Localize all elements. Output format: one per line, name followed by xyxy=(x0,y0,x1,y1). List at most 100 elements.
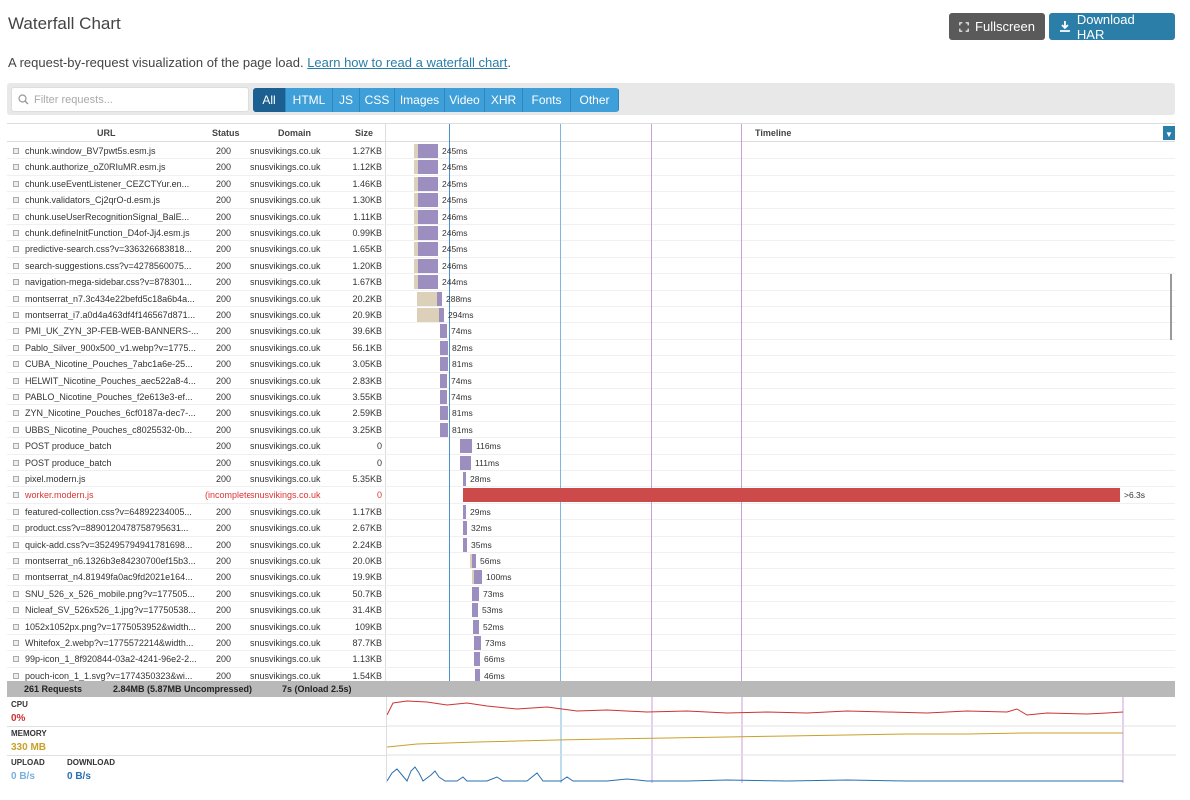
cell-status: 200 xyxy=(216,195,232,206)
timeline-bar[interactable] xyxy=(474,636,481,650)
expand-icon[interactable] xyxy=(13,590,19,597)
expand-icon[interactable] xyxy=(13,410,19,417)
expand-icon[interactable] xyxy=(13,558,19,564)
expand-icon[interactable] xyxy=(13,394,19,400)
expand-icon[interactable] xyxy=(13,312,19,318)
column-status[interactable]: Status xyxy=(212,128,240,138)
timeline-wait-bar[interactable] xyxy=(417,291,437,306)
download-har-button[interactable]: Download HAR xyxy=(1049,12,1175,42)
expand-icon[interactable] xyxy=(13,279,19,286)
expand-icon[interactable] xyxy=(13,361,19,368)
expand-icon[interactable] xyxy=(13,525,19,532)
expand-icon[interactable] xyxy=(13,574,19,581)
timeline-bar[interactable] xyxy=(418,160,438,175)
timeline-bar[interactable] xyxy=(418,226,438,240)
expand-icon[interactable] xyxy=(13,180,19,187)
column-timeline[interactable]: Timeline xyxy=(755,128,791,138)
expand-icon[interactable] xyxy=(13,672,19,679)
tab-css[interactable]: CSS xyxy=(360,88,395,112)
timeline-bar[interactable] xyxy=(440,390,447,404)
expand-icon[interactable] xyxy=(13,230,19,236)
timeline-bar[interactable] xyxy=(440,324,447,339)
timeline-bar[interactable] xyxy=(463,472,466,486)
expand-icon[interactable] xyxy=(13,656,19,663)
memory-label: MEMORY xyxy=(11,729,47,738)
filter-search-box[interactable] xyxy=(11,87,249,112)
metrics-panel: CPU 0% MEMORY 330 MB UPLOAD 0 B/s DOWNLO… xyxy=(7,697,1176,787)
timeline-bar[interactable] xyxy=(418,144,438,158)
cell-size: 3.05KB xyxy=(352,359,382,370)
tab-xhr[interactable]: XHR xyxy=(485,88,523,112)
expand-icon[interactable] xyxy=(13,623,19,630)
expand-icon[interactable] xyxy=(13,328,19,335)
expand-icon[interactable] xyxy=(13,377,19,384)
column-size[interactable]: Size xyxy=(355,128,373,138)
expand-icon[interactable] xyxy=(13,459,19,466)
expand-icon[interactable] xyxy=(13,262,19,269)
timeline-bar[interactable] xyxy=(418,176,438,191)
timeline-bar[interactable] xyxy=(418,242,438,257)
tab-video[interactable]: Video xyxy=(445,88,485,112)
timeline-bar[interactable] xyxy=(473,619,479,634)
tab-fonts[interactable]: Fonts xyxy=(523,88,571,112)
expand-icon[interactable] xyxy=(13,148,19,154)
expand-icon[interactable] xyxy=(13,213,19,220)
column-url[interactable]: URL xyxy=(97,128,116,138)
expand-icon[interactable] xyxy=(13,640,19,646)
expand-icon[interactable] xyxy=(13,443,19,450)
timeline-bar[interactable] xyxy=(460,455,471,470)
cell-size: 50.7KB xyxy=(352,588,382,599)
timeline-bar[interactable] xyxy=(418,275,438,290)
filter-requests-input[interactable] xyxy=(34,93,234,106)
expand-icon[interactable] xyxy=(13,508,19,515)
timeline-duration-label: 245ms xyxy=(442,162,468,173)
expand-icon[interactable] xyxy=(13,344,19,351)
timeline-bar[interactable] xyxy=(418,193,438,208)
expand-icon[interactable] xyxy=(13,295,19,302)
timeline-bar[interactable] xyxy=(472,554,476,568)
timeline-bar[interactable] xyxy=(463,521,467,536)
timeline-bar[interactable] xyxy=(440,340,448,355)
expand-icon[interactable] xyxy=(13,246,19,253)
learn-waterfall-link[interactable]: Learn how to read a waterfall chart xyxy=(307,55,507,70)
expand-icon[interactable] xyxy=(13,164,19,171)
expand-icon[interactable] xyxy=(13,476,19,482)
expand-icon[interactable] xyxy=(13,426,19,433)
timeline-bar[interactable] xyxy=(440,357,448,372)
tab-js[interactable]: JS xyxy=(333,88,360,112)
tab-other[interactable]: Other xyxy=(571,88,619,112)
timeline-bar[interactable] xyxy=(463,504,466,519)
timeline-bar[interactable] xyxy=(474,570,482,585)
expand-icon[interactable] xyxy=(13,607,19,614)
column-domain[interactable]: Domain xyxy=(278,128,311,138)
cell-size: 3.55KB xyxy=(352,392,382,402)
timeline-bar[interactable] xyxy=(440,373,447,388)
tab-all[interactable]: All xyxy=(253,88,286,112)
timeline-bar[interactable] xyxy=(463,488,1120,503)
timeline-bar[interactable] xyxy=(472,586,479,601)
fullscreen-button[interactable]: Fullscreen xyxy=(949,13,1045,40)
cell-url: chunk.validators_Cj2qrO-d.esm.js xyxy=(25,195,161,206)
tab-images[interactable]: Images xyxy=(395,88,445,112)
timeline-bar[interactable] xyxy=(418,209,438,224)
timeline-wait-bar[interactable] xyxy=(417,308,439,322)
timeline-bar[interactable] xyxy=(463,537,467,552)
timeline-bar[interactable] xyxy=(472,603,478,618)
expand-icon[interactable] xyxy=(13,541,19,548)
timeline-bar[interactable] xyxy=(418,258,438,273)
timeline-options-dropdown[interactable]: ▼ xyxy=(1163,126,1175,140)
timeline-bar[interactable] xyxy=(437,291,442,306)
scrollbar-thumb[interactable] xyxy=(1170,274,1172,340)
timeline-bar[interactable] xyxy=(475,668,480,681)
timeline-bar[interactable] xyxy=(474,652,480,667)
expand-icon[interactable] xyxy=(13,197,19,204)
tab-html[interactable]: HTML xyxy=(286,88,333,112)
timeline-bar[interactable] xyxy=(440,422,448,437)
timeline-duration-label: 245ms xyxy=(442,244,468,255)
expand-icon[interactable] xyxy=(13,492,19,499)
timeline-bar[interactable] xyxy=(439,308,444,322)
timeline-bar[interactable] xyxy=(440,406,448,421)
cell-domain: snusvikings.co.uk xyxy=(250,572,321,583)
cell-url: pouch-icon_1_1.svg?v=1774350323&wi... xyxy=(25,670,193,681)
timeline-bar[interactable] xyxy=(460,439,472,454)
